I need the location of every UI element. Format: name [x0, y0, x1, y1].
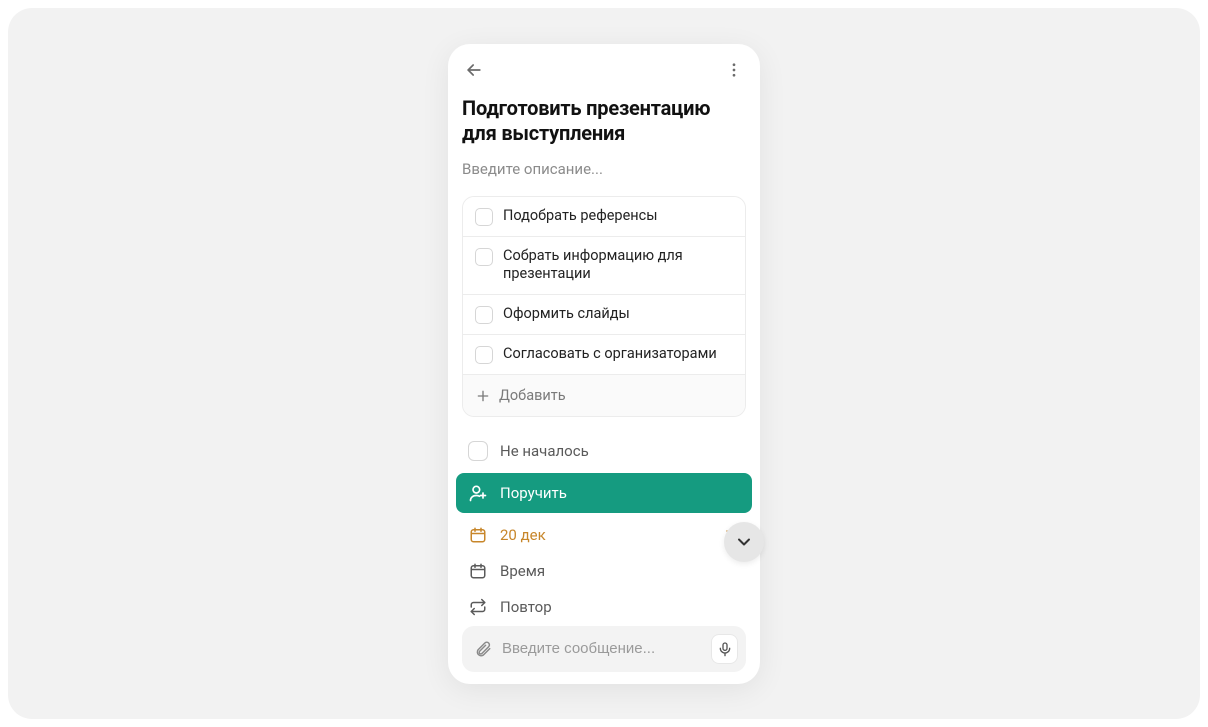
- more-vertical-icon: [725, 61, 743, 79]
- plus-icon: [475, 388, 491, 404]
- task-detail-card: Подготовить презентацию для выступления …: [448, 44, 760, 684]
- status-label: Не началось: [500, 442, 589, 460]
- time-row[interactable]: Время: [462, 553, 746, 589]
- checklist-item-label: Оформить слайды: [503, 305, 630, 324]
- task-meta-list: Не началось Поручить 20 дек: [462, 433, 746, 625]
- time-label: Время: [500, 562, 545, 580]
- checkbox[interactable]: [475, 248, 493, 266]
- status-checkbox[interactable]: [468, 441, 488, 461]
- date-row[interactable]: 20 дек: [462, 517, 746, 553]
- top-bar: [462, 58, 746, 82]
- checklist-item-label: Собрать информацию для презентации: [503, 247, 733, 285]
- more-button[interactable]: [722, 58, 746, 82]
- add-checklist-item-button[interactable]: Добавить: [463, 375, 745, 416]
- chevron-down-icon: [734, 532, 754, 552]
- assign-icon: [468, 483, 488, 503]
- checklist-item[interactable]: Оформить слайды: [463, 295, 745, 335]
- checkbox[interactable]: [475, 208, 493, 226]
- repeat-icon: [468, 597, 488, 617]
- arrow-left-icon: [464, 60, 484, 80]
- message-input[interactable]: [502, 640, 701, 657]
- calendar-outline-icon: [468, 561, 488, 581]
- checklist-item-label: Подобрать референсы: [503, 207, 657, 226]
- checkbox[interactable]: [475, 346, 493, 364]
- checkbox[interactable]: [475, 306, 493, 324]
- voice-button[interactable]: [711, 634, 738, 664]
- checklist-item[interactable]: Собрать информацию для презентации: [463, 237, 745, 296]
- checklist-item[interactable]: Подобрать референсы: [463, 197, 745, 237]
- paperclip-icon: [474, 640, 492, 658]
- microphone-icon: [717, 641, 733, 657]
- back-button[interactable]: [462, 58, 486, 82]
- assign-label: Поручить: [500, 484, 567, 502]
- status-row[interactable]: Не началось: [462, 433, 746, 469]
- repeat-label: Повтор: [500, 598, 552, 616]
- checklist-item-label: Согласовать с организаторами: [503, 345, 717, 364]
- checklist-item[interactable]: Согласовать с организаторами: [463, 335, 745, 375]
- page-background: Подготовить презентацию для выступления …: [8, 8, 1200, 719]
- calendar-icon: [468, 525, 488, 545]
- assign-row[interactable]: Поручить: [456, 473, 752, 513]
- task-description-placeholder[interactable]: Введите описание...: [462, 160, 746, 178]
- attachment-button[interactable]: [474, 640, 492, 658]
- date-label: 20 дек: [500, 526, 546, 544]
- checklist: Подобрать референсы Собрать информацию д…: [462, 196, 746, 418]
- expand-button[interactable]: [724, 522, 764, 562]
- task-title: Подготовить презентацию для выступления: [462, 96, 746, 146]
- repeat-row[interactable]: Повтор: [462, 589, 746, 625]
- message-bar: [462, 626, 746, 672]
- add-checklist-label: Добавить: [499, 387, 566, 404]
